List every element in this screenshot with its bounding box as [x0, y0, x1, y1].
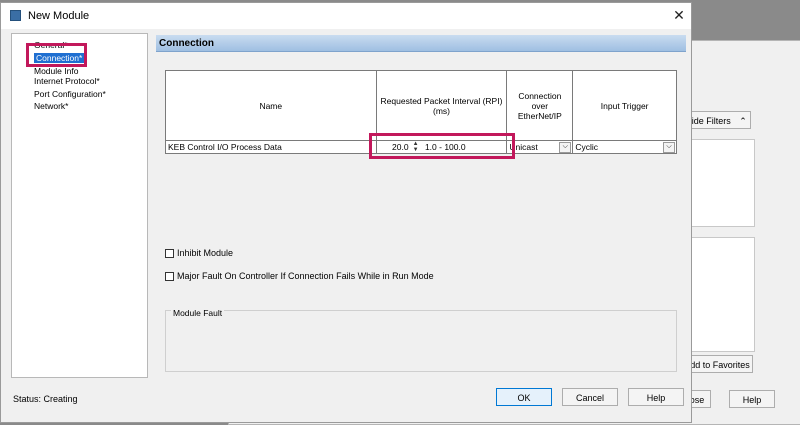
- dialog-title: New Module: [28, 10, 90, 22]
- inhibit-module-checkbox[interactable]: [165, 248, 174, 258]
- rpi-highlight-box: [369, 133, 515, 159]
- hide-filters-label: Hide Filters: [685, 116, 731, 126]
- tree-item-module-info[interactable]: Module Info: [34, 66, 78, 76]
- cell-input-trigger[interactable]: Cyclic ⌵: [572, 140, 677, 154]
- major-fault-row[interactable]: Major Fault On Controller If Connection …: [165, 271, 434, 281]
- help-button[interactable]: Help: [628, 388, 684, 406]
- status-text: Status: Creating: [13, 394, 78, 404]
- cell-name: KEB Control I/O Process Data: [165, 140, 377, 154]
- category-tree: General* Connection* Module Info Interne…: [11, 33, 148, 378]
- input-trigger-value: Cyclic: [575, 142, 598, 152]
- tree-item-internet-protocol[interactable]: Internet Protocol*: [34, 76, 100, 86]
- major-fault-checkbox[interactable]: [165, 271, 174, 281]
- header-connection: Connection over EtherNet/IP: [506, 70, 574, 141]
- new-module-dialog: New Module ✕ General* Connection* Module…: [0, 2, 692, 423]
- module-fault-group: [165, 310, 677, 372]
- section-header-bar: [156, 35, 686, 52]
- background-help-button[interactable]: Help: [729, 390, 775, 408]
- chevron-down-icon[interactable]: ⌵: [559, 142, 572, 153]
- cell-connection[interactable]: Unicast ⌵: [506, 140, 574, 154]
- inhibit-module-row[interactable]: Inhibit Module: [165, 248, 233, 258]
- major-fault-label: Major Fault On Controller If Connection …: [177, 271, 434, 281]
- double-chevron-up-icon: ⌃: [739, 116, 747, 126]
- header-input-trigger: Input Trigger: [572, 70, 677, 141]
- header-name: Name: [165, 70, 377, 141]
- section-title: Connection: [159, 38, 214, 49]
- module-fault-label: Module Fault: [171, 308, 225, 318]
- inhibit-module-label: Inhibit Module: [177, 248, 234, 258]
- cancel-button[interactable]: Cancel: [562, 388, 618, 406]
- title-bar: New Module ✕: [1, 3, 691, 29]
- ok-button[interactable]: OK: [496, 388, 552, 406]
- background-list-2[interactable]: [681, 237, 755, 352]
- close-icon[interactable]: ✕: [669, 5, 689, 25]
- tree-item-port-configuration[interactable]: Port Configuration*: [34, 89, 106, 99]
- connection-highlight-box: [26, 43, 87, 67]
- chevron-down-icon[interactable]: ⌵: [663, 142, 675, 153]
- tree-item-network[interactable]: Network*: [34, 101, 68, 111]
- header-rpi: Requested Packet Interval (RPI) (ms): [375, 70, 508, 141]
- module-icon: [10, 10, 21, 21]
- table-header-row: Name Requested Packet Interval (RPI) (ms…: [165, 70, 677, 141]
- background-list-1[interactable]: [681, 139, 755, 227]
